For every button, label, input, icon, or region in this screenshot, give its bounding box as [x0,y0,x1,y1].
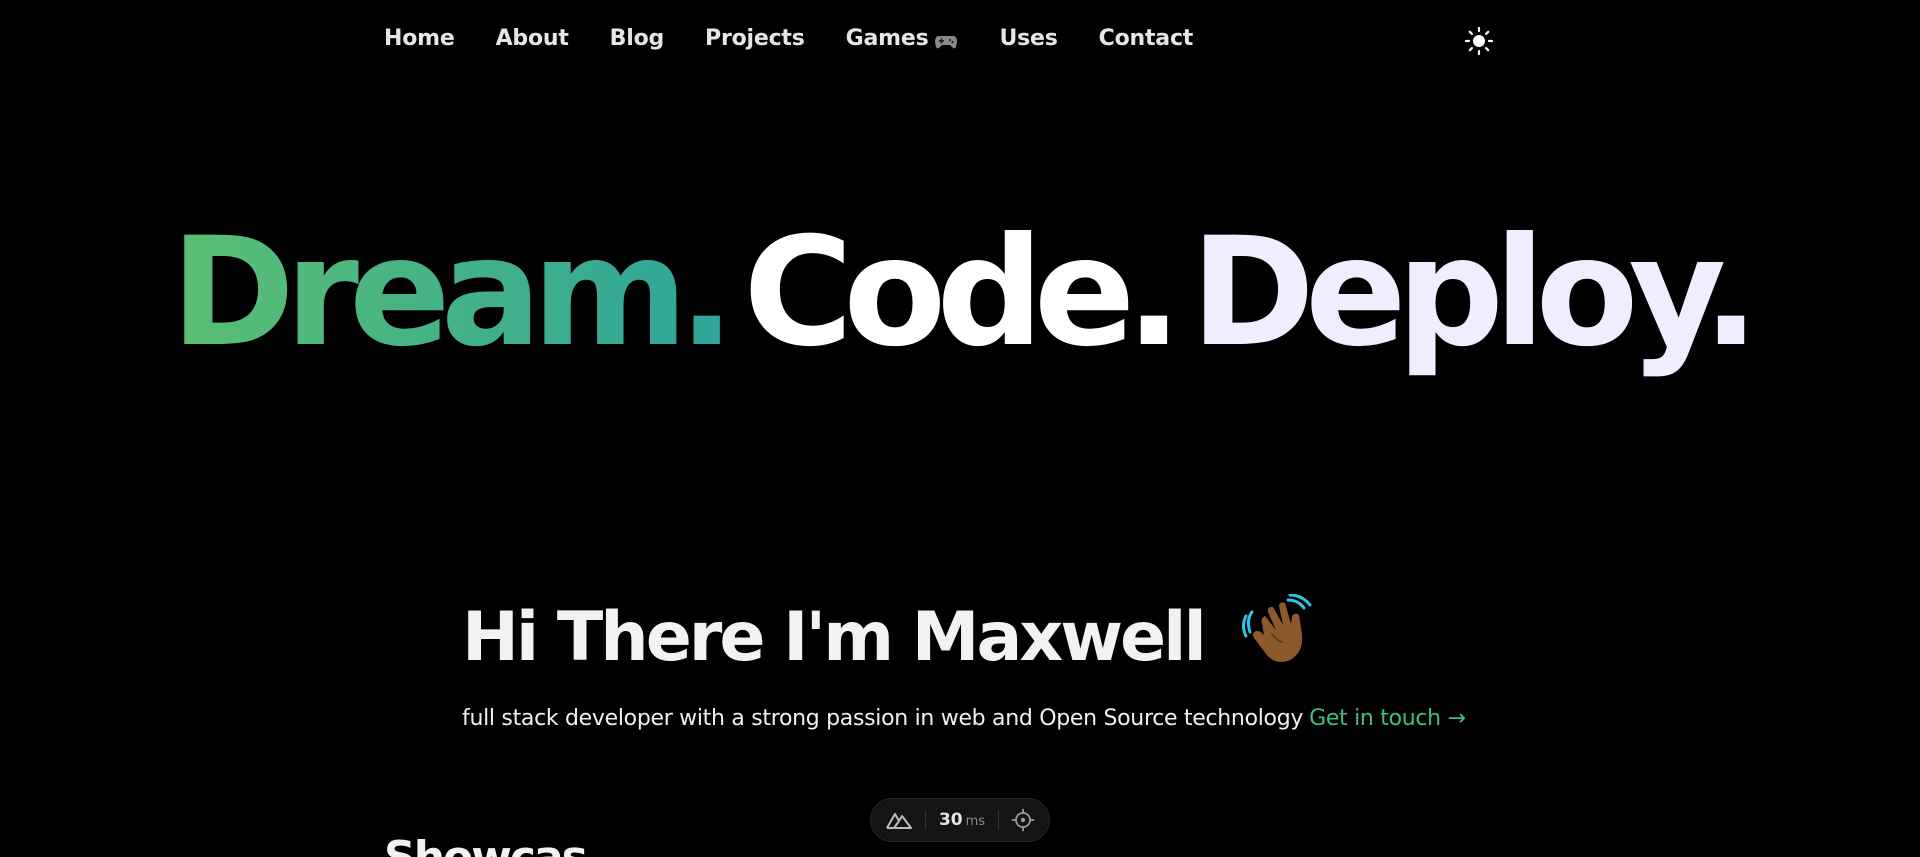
gamepad-icon [934,31,958,48]
nav-blog[interactable]: Blog [609,26,665,51]
hero-word-code: Code. [743,206,1182,380]
intro-description-text: full stack developer with a strong passi… [462,706,1304,731]
nav-projects[interactable]: Projects [705,26,805,51]
nav-about-label: About [495,26,569,51]
render-time: 30 ms [939,810,985,830]
page: Home About Blog Projects Games Uses Cont… [0,0,1920,857]
badge-divider [997,810,999,830]
nuxt-logo-icon [886,813,912,829]
nav-contact[interactable]: Contact [1098,26,1194,51]
nav-blog-label: Blog [609,26,665,51]
nav-games-label: Games [845,26,929,51]
nav-uses-label: Uses [999,26,1058,51]
nav-uses[interactable]: Uses [999,26,1057,51]
intro-heading-text: Hi There I'm Maxwell [462,598,1207,677]
hero-word-deploy: Deploy. [1190,206,1759,380]
waving-hand-icon [1242,594,1312,662]
intro-description: full stack developer with a strong passi… [462,706,1466,731]
hero-headline: Dream. Code. Deploy. [0,218,1920,368]
nav-projects-label: Projects [705,26,805,51]
get-in-touch-link[interactable]: Get in touch → [1309,706,1466,731]
render-time-unit: ms [965,814,986,829]
hero-word-dream: Dream. [170,206,735,380]
devtools-badge[interactable]: 30 ms [870,798,1050,842]
intro-heading: Hi There I'm Maxwell [462,594,1316,672]
crosshair-icon[interactable] [1011,808,1035,832]
main-nav: Home About Blog Projects Games Uses Cont… [384,26,1234,51]
nav-games[interactable]: Games [846,26,959,51]
render-time-value: 30 [938,810,963,830]
sun-icon [1464,26,1494,56]
nav-home[interactable]: Home [384,26,455,51]
nav-contact-label: Contact [1098,26,1194,51]
nav-about[interactable]: About [496,26,569,51]
badge-divider [925,810,927,830]
nav-home-label: Home [384,26,455,51]
section-heading: Showcas [384,836,588,857]
theme-toggle-button[interactable] [1464,26,1494,56]
